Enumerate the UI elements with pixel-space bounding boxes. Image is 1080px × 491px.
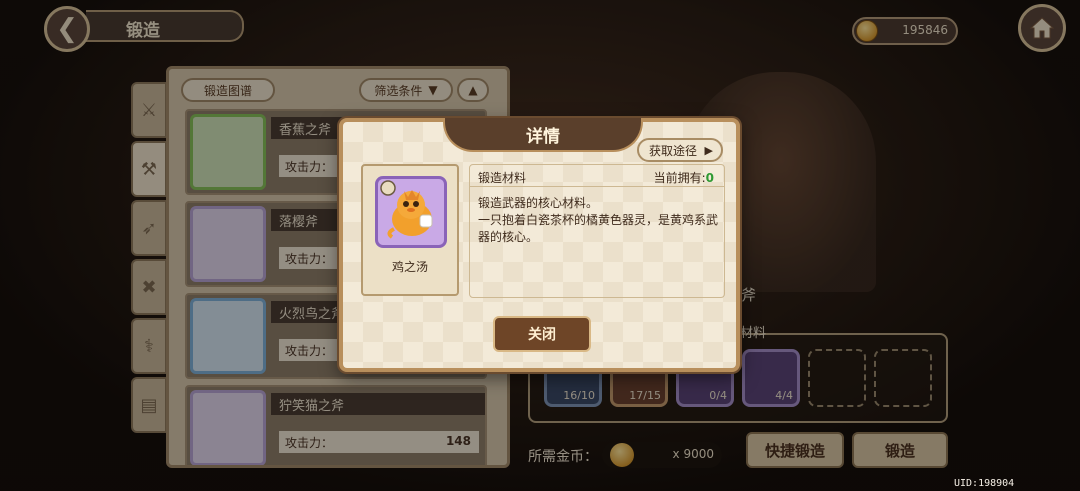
chicken-soup-icon [375,176,447,248]
owned-label: 当前拥有: [653,171,706,185]
description-header: 锻造材料 当前拥有:0 [470,165,724,187]
owned-count: 0 [705,171,714,185]
description-box: 锻造材料 当前拥有:0 锻造武器的核心材料。 一只抱着白瓷茶杯的橘黄色器灵，是黄… [469,164,725,298]
dialog-title-tab: 详情 [443,118,643,152]
uid-label: UID:198904 [954,478,1015,489]
item-name: 鸡之汤 [391,260,428,274]
section-label: 锻造材料 [478,171,527,185]
item-card: 鸡之汤 [361,164,459,296]
owned-indicator: 当前拥有:0 [654,169,714,186]
close-button[interactable]: 关闭 [493,316,591,352]
source-button-label: 获取途径 [649,143,698,158]
dialog-title: 详情 [526,126,560,147]
source-button[interactable]: 获取途径 ▶ [637,138,723,162]
play-arrow-icon: ▶ [704,144,713,157]
item-description: 锻造武器的核心材料。 一只抱着白瓷茶杯的橘黄色器灵，是黄鸡系武器的核心。 [478,196,719,244]
detail-dialog: 详情 获取途径 ▶ 鸡之汤 锻造材料 当前拥有:0 锻造武器的核心材料。 一只抱… [339,118,740,372]
